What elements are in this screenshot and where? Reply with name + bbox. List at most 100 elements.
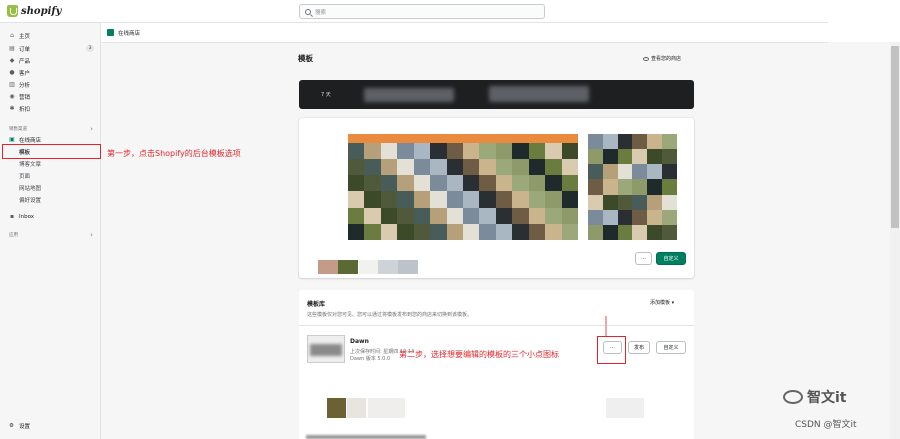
add-theme-dropdown[interactable]: 添加模板 ▾ (650, 299, 674, 306)
blurred-row (306, 435, 426, 439)
mosaic-tile (413, 175, 431, 192)
mosaic-tile (463, 175, 480, 192)
mosaic-tile (602, 134, 618, 150)
sidebar-subitem-blog[interactable]: 博客文章 (0, 158, 101, 169)
shopify-logo[interactable]: shopify (7, 5, 61, 17)
breadcrumb: 在线商店 (101, 23, 828, 43)
sidebar-item-label: 产品 (19, 58, 31, 65)
theme-customize-button[interactable]: 自定义 (656, 341, 686, 354)
mosaic-tile (617, 194, 633, 210)
mosaic-tile (430, 175, 447, 192)
sidebar-item-settings[interactable]: ⚙ 设置 (9, 422, 30, 430)
mosaic-tile (602, 224, 618, 240)
mosaic-tile (479, 159, 496, 176)
sidebar-item-customers[interactable]: ● 客户 (0, 67, 101, 78)
mosaic-tile (632, 149, 648, 165)
color-swatch (318, 260, 338, 274)
mosaic-tile (561, 191, 578, 208)
mosaic-tile (588, 149, 603, 165)
mosaic-tile (647, 209, 663, 225)
sidebar-item-marketing[interactable]: ◉ 营销 (0, 91, 101, 102)
tag-icon: ◆ (9, 57, 15, 64)
mosaic-tile (662, 194, 677, 210)
eye-icon (643, 56, 649, 61)
scrollbar-thumb[interactable] (891, 46, 899, 228)
sidebar-subitem-pages[interactable]: 页面 (0, 170, 101, 181)
mosaic-tile (588, 164, 603, 180)
mosaic-tile (495, 223, 513, 240)
mosaic-tile (632, 194, 648, 210)
mosaic-tile (647, 179, 663, 195)
settings-label: 设置 (18, 424, 30, 430)
mosaic-tile (632, 164, 648, 180)
mosaic-tile (617, 179, 633, 195)
sidebar-subitem-preferences[interactable]: 偏好设置 (0, 194, 101, 205)
color-swatch (359, 260, 379, 274)
mosaic-tile (512, 143, 529, 160)
sidebar-item-label: 客户 (19, 70, 31, 77)
mosaic-tile (561, 159, 578, 176)
mosaic-tile (380, 191, 398, 208)
mosaic-tile (662, 164, 677, 180)
sidebar-item-label: 折扣 (19, 106, 31, 113)
sales-channels-header[interactable]: 销售渠道 › (0, 123, 101, 134)
sidebar-subitem-label: 网站地图 (19, 185, 42, 192)
mosaic-tile (617, 209, 633, 225)
mosaic-tile (364, 223, 381, 240)
mosaic-tile (364, 143, 381, 160)
preview-mosaic (588, 134, 677, 240)
view-store-link[interactable]: 查看您的商店 (643, 55, 681, 62)
mosaic-tile (413, 143, 431, 160)
mosaic-tile (512, 159, 529, 176)
wechat-icon (783, 390, 803, 404)
search-input[interactable]: 搜索 (299, 4, 545, 19)
mosaic-tile (647, 134, 663, 150)
sidebar-item-products[interactable]: ◆ 产品 (0, 55, 101, 66)
mosaic-tile (632, 134, 648, 150)
card-spacer (299, 240, 319, 260)
discount-icon: ✱ (9, 105, 15, 112)
sidebar-item-orders[interactable]: ▤ 订单 3 (0, 43, 101, 54)
publish-button[interactable]: 发布 (628, 341, 650, 354)
sidebar-item-home[interactable]: ⌂ 主页 (0, 30, 101, 41)
mosaic-tile (632, 224, 648, 240)
inbox-icon: ▪ (9, 213, 15, 220)
mosaic-tile (479, 207, 496, 224)
mosaic-tile (662, 224, 677, 240)
sidebar-item-label: 在线商店 (19, 137, 42, 144)
mosaic-tile (528, 223, 546, 240)
mosaic-tile (397, 175, 414, 192)
more-actions-button[interactable]: ··· (635, 252, 652, 265)
brand-name: shopify (21, 5, 62, 17)
mosaic-tile (588, 224, 603, 240)
top-bar: shopify 搜索 (0, 0, 900, 23)
color-swatch (327, 398, 346, 418)
mosaic-tile (617, 149, 633, 165)
mosaic-tile (528, 143, 546, 160)
search-icon (305, 8, 311, 15)
mosaic-tile (430, 159, 447, 176)
analytics-banner: 7 天 (299, 80, 694, 109)
color-swatch (398, 260, 418, 274)
mosaic-tile (348, 223, 365, 240)
mosaic-tile (495, 207, 513, 224)
watermark-brand-text: 智文it (807, 390, 847, 406)
customize-button[interactable]: 自定义 (656, 252, 686, 265)
mosaic-tile (364, 175, 381, 192)
home-icon: ⌂ (10, 32, 14, 39)
store-icon: ▣ (9, 136, 15, 143)
mosaic-tile (364, 207, 381, 224)
mosaic-tile (463, 159, 480, 176)
view-store-label: 查看您的商店 (651, 56, 682, 62)
sidebar-item-discounts[interactable]: ✱ 折扣 (0, 103, 101, 114)
sidebar-subitem-label: 偏好设置 (19, 197, 42, 204)
sidebar-subitem-navigation[interactable]: 网站地图 (0, 182, 101, 193)
mosaic-tile (446, 207, 463, 224)
thumbnail-content (310, 344, 342, 356)
breadcrumb-label[interactable]: 在线商店 (118, 29, 140, 37)
apps-header[interactable]: 应用 › (0, 229, 101, 240)
sidebar-item-analytics[interactable]: ▥ 分析 (0, 79, 101, 90)
sidebar-item-inbox[interactable]: ▪ Inbox (0, 211, 101, 222)
mosaic-tile (463, 207, 480, 224)
watermark-csdn: CSDN @智文it (795, 420, 857, 430)
